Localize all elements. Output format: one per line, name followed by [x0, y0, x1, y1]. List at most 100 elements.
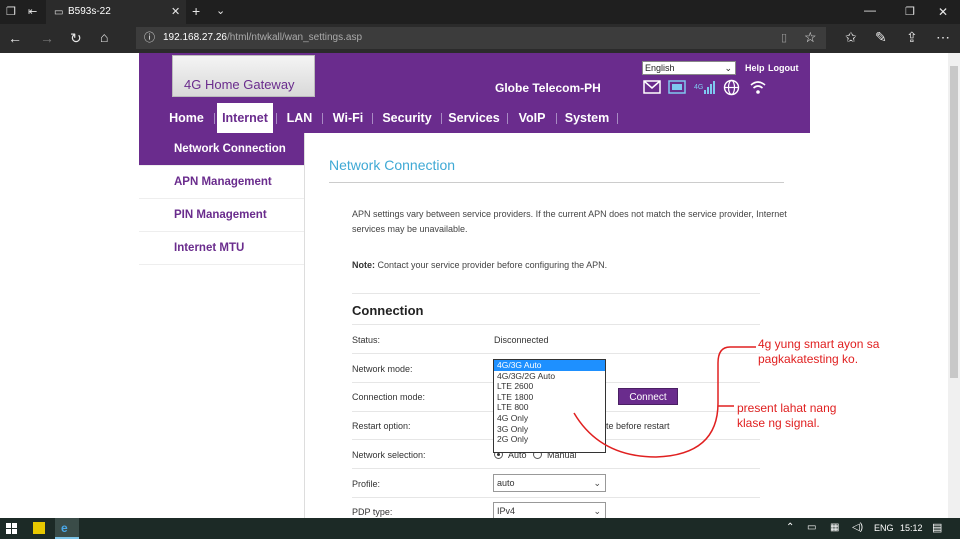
profile-label: Profile: [352, 479, 381, 489]
tab-list-icon[interactable]: ⌄ [216, 4, 225, 18]
share-icon[interactable]: ⇪ [906, 30, 918, 44]
divider [352, 324, 760, 325]
nav-wifi[interactable]: Wi-Fi [328, 103, 368, 133]
back-icon[interactable]: ← [8, 31, 22, 45]
tab-title: B593s-22 [68, 6, 111, 17]
mail-icon[interactable] [643, 80, 661, 94]
pen-icon[interactable]: ✎ [875, 30, 887, 44]
pdp-type-value: IPv4 [497, 506, 516, 516]
nav-divider [441, 113, 442, 124]
nav-voip[interactable]: VoIP [513, 103, 551, 133]
network-selection-label: Network selection: [352, 450, 426, 460]
network-icon[interactable]: ▦ [830, 522, 839, 533]
status-value: Disconnected [494, 335, 549, 345]
back-tabs-icon[interactable]: ⇤ [28, 5, 37, 19]
nav-divider [507, 113, 508, 124]
favorites-icon[interactable]: ✩ [845, 30, 857, 44]
section-title: Connection [352, 303, 424, 318]
forward-icon[interactable]: → [40, 31, 54, 45]
annotation-note-2-line1: present lahat nang [737, 401, 837, 415]
nav-services[interactable]: Services [447, 103, 501, 133]
signal-strength-icon: 4G [694, 81, 715, 94]
more-icon[interactable]: ⋯ [936, 30, 950, 44]
edge-browser-icon[interactable]: e [55, 518, 79, 539]
profile-select[interactable]: auto ⌄ [493, 474, 606, 492]
connection-mode-label: Connection mode: [352, 392, 426, 402]
taskbar-app-icon[interactable] [33, 522, 45, 534]
title-underline [329, 182, 784, 183]
divider [352, 497, 760, 498]
volume-icon[interactable]: ◁) [852, 522, 863, 533]
sim-card-icon [668, 80, 686, 94]
clock[interactable]: 15:12 [900, 523, 923, 533]
minimize-icon[interactable]: — [864, 3, 876, 17]
reading-view-icon[interactable]: ▯ [781, 31, 787, 45]
status-label: Status: [352, 335, 381, 345]
product-name: 4G Home Gateway [184, 77, 295, 92]
annotation-note-2-line2: klase ng signal. [737, 416, 820, 430]
language-indicator[interactable]: ENG [874, 523, 894, 533]
pdp-type-select[interactable]: IPv4 ⌄ [493, 502, 606, 518]
battery-icon[interactable]: ▭ [807, 522, 816, 533]
url-field[interactable]: ⓘ 192.168.27.26/html/ntwkall/wan_setting… [136, 27, 826, 49]
taskbar: e ⌃ ▭ ▦ ◁) ENG 15:12 ▤ [0, 518, 960, 539]
wifi-icon [750, 81, 766, 94]
favorite-star-icon[interactable]: ☆ [804, 30, 817, 44]
nav-divider [276, 113, 277, 124]
profile-value: auto [497, 478, 515, 488]
page-title: Network Connection [329, 157, 456, 173]
sidebar-item-apn-management[interactable]: APN Management [139, 166, 304, 199]
router-page: 4G Home Gateway Globe Telecom-PH English… [0, 53, 948, 518]
language-value: English [645, 63, 675, 73]
browser-address-bar: ← → ↻ ⌂ ⓘ 192.168.27.26/html/ntwkall/wan… [0, 24, 960, 53]
logo-box: 4G Home Gateway [172, 55, 315, 97]
annotation-scribble [573, 346, 756, 458]
network-mode-label: Network mode: [352, 364, 413, 374]
annotation-note-2: present lahat nang klase ng signal. [737, 401, 836, 431]
maximize-icon[interactable]: ❐ [905, 5, 915, 19]
restart-option-label: Restart option: [352, 421, 411, 431]
nav-system[interactable]: System [563, 103, 611, 133]
browser-title-bar: ❐ ⇤ ▭ B593s-22 ✕ + ⌄ — ❐ ✕ [0, 0, 960, 24]
annotation-note-1-line2: pagkakatesting ko. [758, 352, 859, 366]
new-tab-icon[interactable]: + [192, 4, 200, 18]
nav-home[interactable]: Home [163, 103, 210, 133]
sidebar-item-pin-management[interactable]: PIN Management [139, 199, 304, 232]
provider-name: Globe Telecom-PH [495, 81, 601, 95]
chevron-up-icon[interactable]: ⌃ [786, 522, 794, 533]
url-host: 192.168.27.26 [163, 32, 227, 43]
close-window-icon[interactable]: ✕ [938, 5, 948, 19]
annotation-note-1: 4g yung smart ayon sa pagkakatesting ko. [758, 337, 879, 367]
divider [352, 468, 760, 469]
logout-link[interactable]: Logout [768, 63, 799, 73]
windows-start-icon[interactable] [6, 523, 17, 534]
note-text: Note: Contact your service provider befo… [352, 260, 607, 270]
svg-text:4G: 4G [694, 84, 703, 91]
divider [352, 293, 760, 294]
sidebar-item-internet-mtu[interactable]: Internet MTU [139, 232, 304, 265]
nav-security[interactable]: Security [379, 103, 435, 133]
page-icon: ▭ [54, 7, 64, 18]
language-select[interactable]: English ⌄ [642, 61, 736, 75]
notifications-icon[interactable]: ▤ [932, 521, 942, 534]
close-tab-icon[interactable]: ✕ [171, 5, 180, 19]
refresh-icon[interactable]: ↻ [70, 31, 82, 45]
nav-divider [372, 113, 373, 124]
chevron-down-icon: ⌄ [593, 478, 601, 488]
help-link[interactable]: Help [745, 63, 765, 73]
info-icon[interactable]: ⓘ [144, 31, 155, 45]
note-body: Contact your service provider before con… [375, 260, 608, 270]
home-icon[interactable]: ⌂ [100, 30, 108, 44]
scrollbar-thumb[interactable] [950, 66, 958, 378]
nav-lan[interactable]: LAN [282, 103, 317, 133]
browser-tab[interactable]: ▭ B593s-22 ✕ [46, 0, 186, 24]
annotation-note-1-line1: 4g yung smart ayon sa [758, 337, 880, 351]
pdp-type-label: PDP type: [352, 507, 393, 517]
note-label: Note: [352, 260, 375, 270]
nav-divider [214, 113, 215, 124]
nav-internet[interactable]: Internet [217, 103, 273, 133]
tab-actions-icon[interactable]: ❐ [6, 5, 16, 19]
sidebar-item-network-connection[interactable]: Network Connection [139, 133, 304, 166]
url-path: /html/ntwkall/wan_settings.asp [226, 32, 363, 43]
nav-divider [322, 113, 323, 124]
